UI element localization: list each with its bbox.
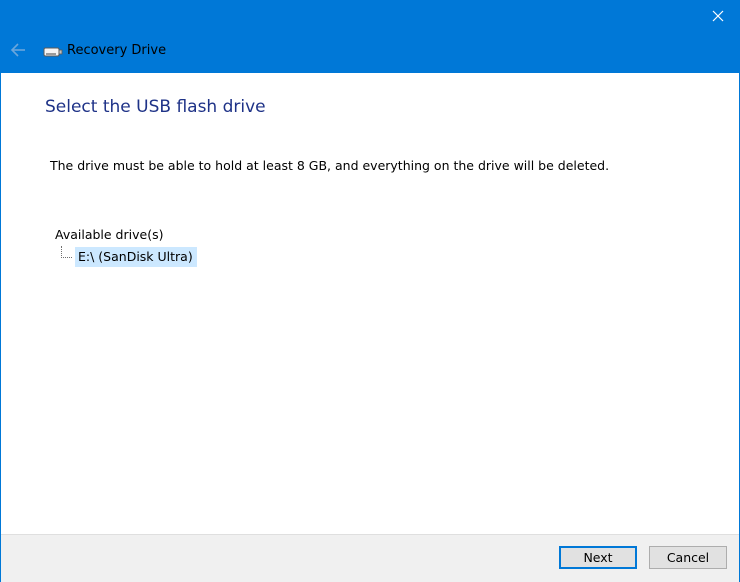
drive-item-label: E:\ (SanDisk Ultra) xyxy=(75,247,197,267)
arrow-left-icon xyxy=(10,43,25,57)
recovery-drive-window: Recovery Drive Select the USB flash driv… xyxy=(0,0,740,582)
page-heading: Select the USB flash drive xyxy=(45,97,266,117)
button-footer: Next Cancel xyxy=(1,534,739,582)
window-title: Recovery Drive xyxy=(67,43,167,58)
drive-tree: Available drive(s) E:\ (SanDisk Ultra) xyxy=(55,226,197,267)
available-drives-label: Available drive(s) xyxy=(55,227,164,242)
instruction-text: The drive must be able to hold at least … xyxy=(50,158,610,173)
drive-item[interactable]: E:\ (SanDisk Ultra) xyxy=(61,246,197,268)
tree-connector xyxy=(61,246,75,268)
cancel-button[interactable]: Cancel xyxy=(649,546,727,569)
title-bar: Recovery Drive xyxy=(1,0,740,73)
close-button[interactable] xyxy=(695,0,740,32)
usb-drive-icon xyxy=(43,47,63,57)
next-button[interactable]: Next xyxy=(559,546,637,569)
back-button[interactable] xyxy=(5,38,31,62)
close-icon xyxy=(712,10,724,22)
